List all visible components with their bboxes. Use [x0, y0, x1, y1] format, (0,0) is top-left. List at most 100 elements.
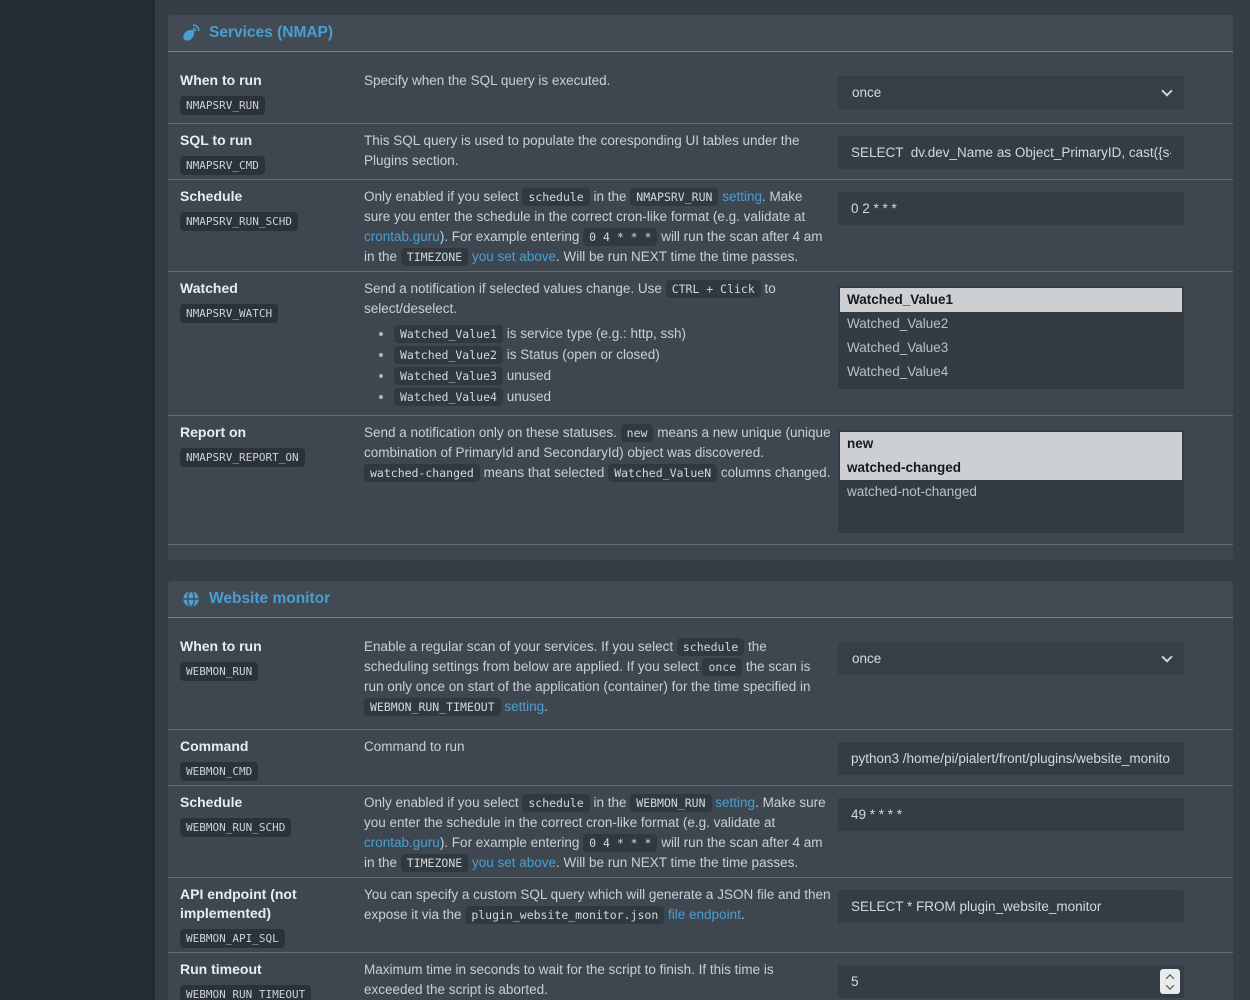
settings-row: When to run NMAPSRV_RUN Specify when the… [168, 64, 1233, 124]
multiselect-option[interactable]: watched-changed [840, 456, 1182, 480]
setting-description: Only enabled if you select schedule in t… [364, 793, 838, 873]
setting-label: Schedule [180, 793, 364, 812]
inline-code-chip: plugin_website_monitor.json [465, 906, 664, 924]
inline-code-chip: once [702, 658, 742, 676]
inline-link[interactable]: crontab.guru [364, 835, 440, 850]
nmapsrv-run-select[interactable]: once [838, 76, 1184, 109]
nmapsrv-cmd-input[interactable] [838, 136, 1184, 169]
setting-code-badge: WEBMON_API_SQL [180, 929, 285, 948]
multiselect-option[interactable]: Watched_Value2 [840, 312, 1182, 336]
setting-description: Send a notification only on these status… [364, 423, 838, 540]
setting-description: Specify when the SQL query is executed. [364, 71, 838, 119]
inline-link[interactable]: setting [715, 795, 755, 810]
setting-code-badge: NMAPSRV_WATCH [180, 304, 278, 323]
inline-link[interactable]: crontab.guru [364, 229, 440, 244]
multiselect-option[interactable]: Watched_Value3 [840, 336, 1182, 360]
nmapsrv-watch-multiselect[interactable]: Watched_Value1 Watched_Value2 Watched_Va… [838, 286, 1184, 389]
inline-link[interactable]: file endpoint [668, 907, 741, 922]
setting-label: Run timeout [180, 960, 364, 979]
setting-description: Send a notification if selected values c… [364, 279, 838, 411]
bullet-item: Watched_Value2 is Status (open or closed… [394, 345, 832, 365]
setting-label: Command [180, 737, 364, 756]
inline-code-chip: NMAPSRV_RUN [630, 188, 718, 206]
multiselect-option[interactable]: Watched_Value4 [840, 360, 1182, 384]
setting-label: API endpoint (not implemented) [180, 885, 364, 923]
webmon-run-schd-input[interactable] [838, 798, 1184, 831]
inline-code-chip: TIMEZONE [401, 248, 468, 266]
webmon-run-select[interactable]: once [838, 642, 1184, 675]
setting-description: This SQL query is used to populate the c… [364, 131, 838, 175]
inline-code-chip: WEBMON_RUN [630, 794, 711, 812]
inline-code-chip: Watched_Value3 [394, 367, 503, 385]
bullet-item: Watched_Value3 unused [394, 366, 832, 386]
setting-label: SQL to run [180, 131, 364, 150]
settings-row: SQL to run NMAPSRV_CMD This SQL query is… [168, 124, 1233, 180]
select-value: once [852, 85, 881, 100]
number-spinner[interactable] [1160, 969, 1180, 994]
settings-row: Watched NMAPSRV_WATCH Send a notificatio… [168, 272, 1233, 416]
setting-code-badge: WEBMON_RUN_SCHD [180, 818, 291, 837]
panel-title: Services (NMAP) [209, 24, 333, 42]
setting-code-badge: WEBMON_CMD [180, 762, 258, 781]
inline-link[interactable]: you set above [472, 249, 556, 264]
webmon-run-timeout-input[interactable] [838, 965, 1184, 998]
panel-title: Website monitor [209, 590, 330, 608]
setting-code-badge: NMAPSRV_RUN [180, 96, 265, 115]
setting-code-badge: WEBMON_RUN [180, 662, 258, 681]
settings-row: Schedule WEBMON_RUN_SCHD Only enabled if… [168, 786, 1233, 878]
inline-code-chip: schedule [522, 794, 589, 812]
select-value: once [852, 651, 881, 666]
chevron-down-icon [1161, 85, 1172, 96]
panel-services-nmap: Services (NMAP) When to run NMAPSRV_RUN … [168, 15, 1233, 560]
inline-code-chip: new [621, 424, 654, 442]
inline-code-chip: 0 4 * * * [583, 834, 657, 852]
setting-label: Schedule [180, 187, 364, 206]
multiselect-option[interactable]: watched-not-changed [840, 480, 1182, 504]
multiselect-option[interactable]: new [840, 432, 1182, 456]
inline-code-chip: Watched_Value1 [394, 325, 503, 343]
setting-description: Enable a regular scan of your services. … [364, 637, 838, 725]
setting-label: Watched [180, 279, 364, 298]
chevron-down-icon [1161, 651, 1172, 662]
setting-description: You can specify a custom SQL query which… [364, 885, 838, 948]
webmon-cmd-input[interactable] [838, 742, 1184, 775]
spinner-down-icon[interactable] [1166, 981, 1174, 989]
setting-code-badge: WEBMON_RUN_TIMEOUT [180, 985, 311, 1000]
nmapsrv-run-schd-input[interactable] [838, 192, 1184, 225]
setting-code-badge: NMAPSRV_RUN_SCHD [180, 212, 298, 231]
inline-code-chip: CTRL + Click [666, 280, 761, 298]
setting-label: When to run [180, 637, 364, 656]
description-intro: Send a notification if selected values c… [364, 279, 832, 319]
setting-label: When to run [180, 71, 364, 90]
setting-label: Report on [180, 423, 364, 442]
multiselect-option[interactable]: Watched_Value1 [840, 288, 1182, 312]
inline-link[interactable]: you set above [472, 855, 556, 870]
inline-code-chip: Watched_Value4 [394, 388, 503, 406]
panel-header: Services (NMAP) [168, 15, 1233, 52]
settings-content: Services (NMAP) When to run NMAPSRV_RUN … [155, 0, 1250, 1000]
inline-code-chip: schedule [677, 638, 744, 656]
settings-row: Schedule NMAPSRV_RUN_SCHD Only enabled i… [168, 180, 1233, 272]
settings-row: When to run WEBMON_RUN Enable a regular … [168, 630, 1233, 730]
inline-link[interactable]: setting [504, 699, 544, 714]
nmapsrv-report-on-multiselect[interactable]: new watched-changed watched-not-changed [838, 430, 1184, 533]
description-bullet-list: Watched_Value1 is service type (e.g.: ht… [394, 324, 832, 407]
inline-link[interactable]: setting [722, 189, 762, 204]
bullet-item: Watched_Value4 unused [394, 387, 832, 407]
inline-code-chip: 0 4 * * * [583, 228, 657, 246]
settings-row: Run timeout WEBMON_RUN_TIMEOUT Maximum t… [168, 953, 1233, 1000]
panel-website-monitor: Website monitor When to run WEBMON_RUN E… [168, 581, 1233, 1000]
inline-code-chip: schedule [522, 188, 589, 206]
inline-code-chip: watched-changed [364, 464, 480, 482]
webmon-api-sql-input[interactable] [838, 890, 1184, 923]
setting-description: Maximum time in seconds to wait for the … [364, 960, 838, 1000]
settings-row: API endpoint (not implemented) WEBMON_AP… [168, 878, 1233, 953]
panel-header: Website monitor [168, 581, 1233, 618]
inline-code-chip: WEBMON_RUN_TIMEOUT [364, 698, 501, 716]
bullet-item: Watched_Value1 is service type (e.g.: ht… [394, 324, 832, 344]
setting-description: Command to run [364, 737, 838, 781]
globe-icon [182, 590, 200, 608]
inline-code-chip: TIMEZONE [401, 854, 468, 872]
setting-code-badge: NMAPSRV_CMD [180, 156, 265, 175]
settings-row: Command WEBMON_CMD Command to run [168, 730, 1233, 786]
